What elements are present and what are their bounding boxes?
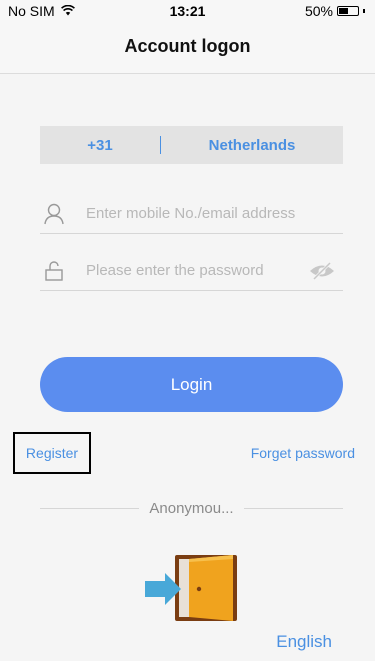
battery-tip (363, 9, 365, 13)
login-screen: No SIM 13:21 50% Account logon +31 Nethe… (0, 0, 375, 661)
password-row (40, 251, 343, 291)
country-code: +31 (87, 136, 113, 154)
anonymous-door-icon[interactable] (143, 553, 239, 623)
user-icon (42, 203, 66, 225)
account-input[interactable] (86, 205, 343, 222)
forget-password-link[interactable]: Forget password (251, 445, 355, 461)
eye-hidden-icon[interactable] (307, 260, 337, 282)
battery-icon (337, 6, 359, 16)
anonymous-divider: Anonymou... (40, 498, 343, 518)
country-name: Netherlands (208, 136, 296, 154)
status-bar: No SIM 13:21 50% (0, 0, 375, 20)
divider-line-left (40, 507, 140, 509)
nav-bar: Account logon (0, 20, 375, 74)
login-button[interactable]: Login (40, 357, 343, 412)
country-selector[interactable]: +31 Netherlands (40, 126, 343, 164)
password-input[interactable] (86, 262, 307, 279)
status-right: 50% (305, 3, 365, 19)
page-title: Account logon (124, 36, 251, 56)
battery-percent: 50% (304, 3, 333, 19)
battery-fill (339, 8, 348, 14)
account-row (40, 194, 343, 234)
language-selector[interactable]: English (276, 632, 332, 652)
register-link[interactable]: Register (13, 432, 91, 474)
divider-line-right (243, 507, 343, 509)
lock-icon (42, 260, 66, 282)
anonymous-label: Anonymou... (149, 499, 234, 517)
